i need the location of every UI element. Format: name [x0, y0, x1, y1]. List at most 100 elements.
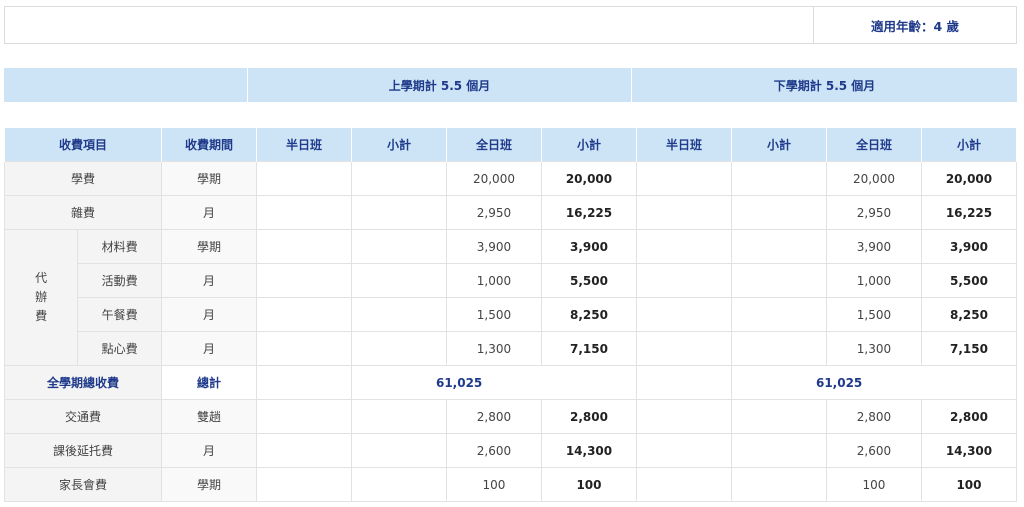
cell-value: 100	[825, 467, 922, 502]
cell-empty	[350, 297, 447, 332]
cell-subtotal: 2,800	[920, 399, 1018, 434]
table-row: 學費 學期 20,000 20,000 20,000 20,000	[4, 161, 1018, 196]
cell-subtotal: 100	[920, 467, 1018, 502]
cell-empty	[635, 229, 732, 264]
cell-empty	[350, 433, 447, 468]
row-label: 材料費	[77, 229, 162, 264]
cell-empty	[255, 229, 352, 264]
cell-subtotal: 7,150	[920, 331, 1018, 366]
cell-empty	[730, 161, 827, 196]
cell-empty	[350, 161, 447, 196]
cell-value: 2,600	[445, 433, 542, 468]
cell-empty	[255, 297, 352, 332]
row-period: 學期	[160, 229, 257, 264]
cell-subtotal: 3,900	[540, 229, 637, 264]
row-period: 月	[160, 263, 257, 298]
cell-subtotal: 3,900	[920, 229, 1018, 264]
row-period: 雙趟	[160, 399, 257, 434]
cell-empty	[730, 467, 827, 502]
first-semester-total: 61,025	[350, 365, 637, 400]
cell-value: 1,500	[825, 297, 922, 332]
cell-subtotal: 14,300	[920, 433, 1018, 468]
cell-value: 3,900	[445, 229, 542, 264]
header-half-day-2: 半日班	[635, 127, 732, 162]
cell-empty	[635, 297, 732, 332]
cell-empty	[635, 433, 732, 468]
table-row: 點心費 月 1,300 7,150 1,300 7,150	[5, 331, 1018, 366]
age-info-bar: 適用年齡：4 歲	[4, 6, 1017, 44]
row-label: 雜費	[4, 195, 162, 230]
cell-empty	[730, 297, 827, 332]
second-semester-total: 61,025	[730, 365, 1018, 400]
cell-subtotal: 14,300	[540, 433, 637, 468]
cell-subtotal: 100	[540, 467, 637, 502]
row-period: 月	[160, 433, 257, 468]
cell-empty	[350, 229, 447, 264]
cell-empty	[635, 365, 732, 400]
cell-empty	[635, 263, 732, 298]
row-period: 學期	[160, 161, 257, 196]
cell-empty	[350, 195, 447, 230]
table-row: 午餐費 月 1,500 8,250 1,500 8,250	[5, 297, 1018, 332]
total-period: 總計	[160, 365, 257, 400]
cell-empty	[255, 161, 352, 196]
cell-value: 2,950	[825, 195, 922, 230]
table-row: 家長會費 學期 100 100 100 100	[4, 467, 1018, 502]
row-label: 家長會費	[4, 467, 162, 502]
semester-header-bar: 上學期計 5.5 個月 下學期計 5.5 個月	[4, 68, 1017, 102]
cell-value: 20,000	[825, 161, 922, 196]
cell-empty	[635, 161, 732, 196]
cell-empty	[255, 263, 352, 298]
header-full-day-1: 全日班	[445, 127, 542, 162]
cell-value: 1,000	[445, 263, 542, 298]
cell-empty	[350, 263, 447, 298]
cell-subtotal: 8,250	[540, 297, 637, 332]
row-label: 學費	[4, 161, 162, 196]
cell-empty	[730, 229, 827, 264]
table-row: 代 辦 費 材料費 學期 3,900 3,900 3,900 3,900	[3, 229, 1018, 366]
fee-table: 收費項目 收費期間 半日班 小計 全日班 小計 半日班 小計 全日班 小計 學費…	[3, 127, 1018, 502]
cell-empty	[350, 467, 447, 502]
row-label: 交通費	[4, 399, 162, 434]
cell-empty	[255, 399, 352, 434]
header-item: 收費項目	[4, 127, 162, 162]
header-subtotal-4: 小計	[920, 127, 1018, 162]
cell-value: 3,900	[825, 229, 922, 264]
cell-empty	[730, 331, 827, 366]
header-half-day-1: 半日班	[255, 127, 352, 162]
table-row: 雜費 月 2,950 16,225 2,950 16,225	[4, 195, 1018, 230]
cell-value: 1,300	[445, 331, 542, 366]
row-label: 課後延托費	[4, 433, 162, 468]
row-period: 月	[160, 297, 257, 332]
first-semester-label: 上學期計 5.5 個月	[247, 68, 631, 102]
cell-subtotal: 7,150	[540, 331, 637, 366]
cell-subtotal: 5,500	[920, 263, 1018, 298]
cell-subtotal: 20,000	[540, 161, 637, 196]
header-subtotal-3: 小計	[730, 127, 827, 162]
table-row: 活動費 月 1,000 5,500 1,000 5,500	[5, 263, 1018, 298]
cell-value: 1,000	[825, 263, 922, 298]
cell-subtotal: 5,500	[540, 263, 637, 298]
cell-empty	[350, 399, 447, 434]
row-label: 午餐費	[77, 297, 162, 332]
cell-subtotal: 16,225	[540, 195, 637, 230]
cell-value: 2,800	[825, 399, 922, 434]
total-label: 全學期總收費	[4, 365, 162, 400]
total-row: 全學期總收費 總計 61,025 61,025	[4, 365, 1018, 400]
table-header-row: 收費項目 收費期間 半日班 小計 全日班 小計 半日班 小計 全日班 小計	[4, 127, 1018, 162]
row-label: 點心費	[77, 331, 162, 366]
header-subtotal-1: 小計	[350, 127, 447, 162]
semester-blank-cell	[4, 68, 247, 102]
row-period: 月	[160, 331, 257, 366]
row-period: 學期	[160, 467, 257, 502]
cell-value: 1,300	[825, 331, 922, 366]
cell-empty	[635, 399, 732, 434]
header-full-day-2: 全日班	[825, 127, 922, 162]
cell-empty	[635, 467, 732, 502]
cell-empty	[255, 433, 352, 468]
cell-value: 100	[445, 467, 542, 502]
cell-empty	[635, 331, 732, 366]
cell-empty	[255, 365, 352, 400]
header-period: 收費期間	[160, 127, 257, 162]
cell-empty	[730, 195, 827, 230]
